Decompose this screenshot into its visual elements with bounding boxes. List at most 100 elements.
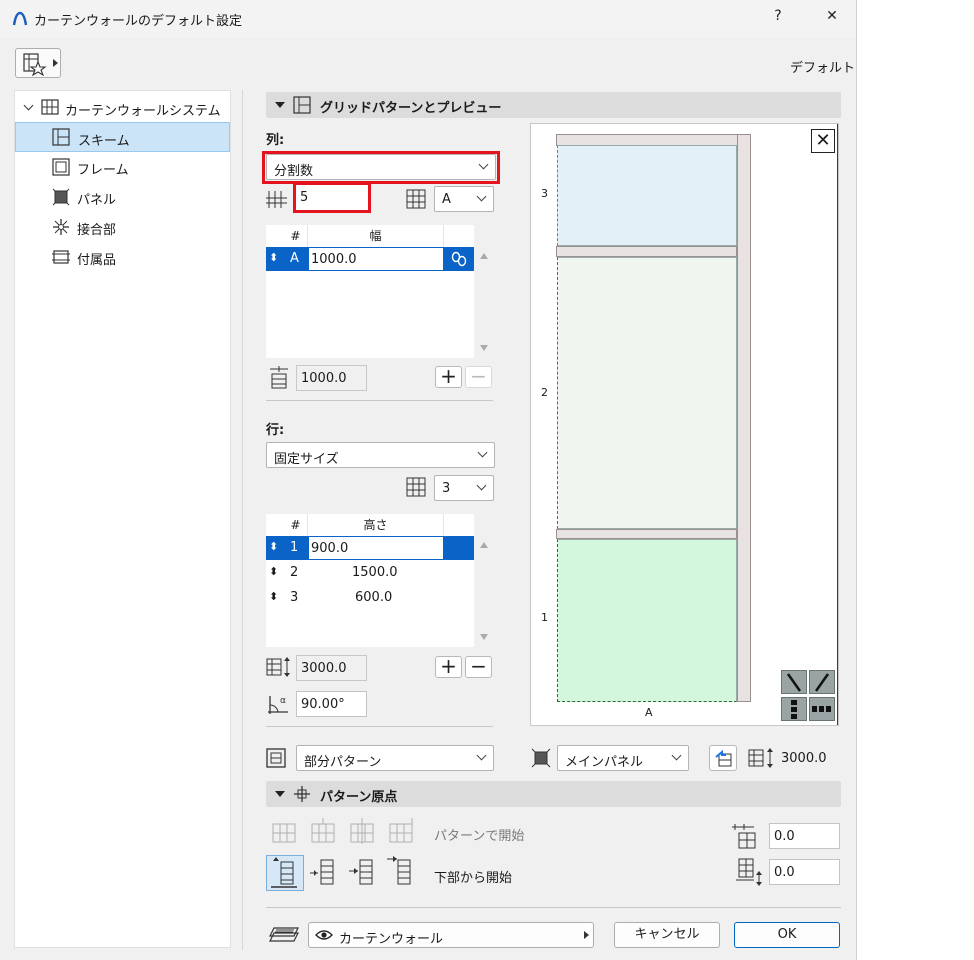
- pattern-select[interactable]: 部分パターン: [296, 745, 494, 771]
- window-title: カーテンウォールのデフォルト設定: [34, 14, 243, 29]
- row-label: 3: [541, 187, 548, 200]
- panel-select[interactable]: メインパネル: [557, 745, 689, 771]
- table-row[interactable]: ⬍ 3 600.0: [266, 586, 444, 610]
- total-width-icon: [270, 366, 288, 389]
- rows-mode-select[interactable]: 固定サイズ: [266, 442, 495, 468]
- collapse-triangle-icon: [275, 791, 285, 797]
- tree-item-junction[interactable]: 接合部: [15, 212, 230, 242]
- start-pattern-label: パターンで開始: [434, 829, 525, 844]
- chevron-down-icon: [476, 480, 487, 491]
- tree-root-curtain-wall-system[interactable]: カーテンウォールシステム: [15, 93, 230, 123]
- horizontal-split-icon: [812, 706, 831, 712]
- add-column-button[interactable]: +: [435, 366, 462, 388]
- close-button[interactable]: ✕: [820, 8, 844, 30]
- panel-icon: [52, 188, 70, 206]
- collapse-triangle-icon: [275, 102, 285, 108]
- layer-button[interactable]: カーテンウォール: [308, 922, 594, 948]
- pattern-value: 部分パターン: [304, 755, 382, 770]
- grid-section-header[interactable]: グリッドパターンとプレビュー: [266, 92, 841, 118]
- scroll-down-icon[interactable]: [480, 634, 488, 640]
- column-set-select[interactable]: A: [434, 186, 494, 212]
- offset-x-value: 0.0: [774, 829, 795, 844]
- title-bar: カーテンウォールのデフォルト設定 ? ✕: [0, 0, 856, 38]
- favorites-button[interactable]: [15, 48, 61, 78]
- tree-item-frame[interactable]: フレーム: [15, 152, 230, 182]
- start-pattern-option-3[interactable]: [346, 816, 376, 846]
- pattern-origin-icon: [294, 786, 310, 802]
- diagonal-left-icon: [786, 673, 802, 692]
- width-cell[interactable]: 1000.0: [308, 247, 444, 271]
- start-pattern-icon: [272, 823, 296, 843]
- layer-name: カーテンウォール: [339, 932, 444, 947]
- column-count-value: 5: [300, 190, 309, 205]
- row-value: 1000.0: [311, 252, 357, 267]
- tree-item-panel[interactable]: パネル: [15, 182, 230, 212]
- vertical-split-icon: [791, 700, 797, 719]
- svg-text:α: α: [280, 696, 286, 706]
- partial-pattern-icon: [266, 748, 286, 768]
- height-cell[interactable]: 900.0: [308, 536, 444, 560]
- horizontal-split-button[interactable]: [809, 697, 835, 721]
- row-value: 900.0: [311, 541, 349, 556]
- right-mullion: [737, 134, 751, 702]
- vertical-split-button[interactable]: [781, 697, 807, 721]
- frame-icon: [52, 158, 70, 176]
- diagonal-right-button[interactable]: [809, 670, 835, 694]
- tree-item-label: スキーム: [78, 134, 130, 149]
- row-count-select[interactable]: 3: [434, 475, 494, 501]
- tree-item-accessory[interactable]: 付属品: [15, 242, 230, 272]
- remove-column-button[interactable]: −: [465, 366, 492, 388]
- tree-item-label: 接合部: [77, 223, 117, 238]
- panel-height-icon: [748, 748, 773, 768]
- cancel-button[interactable]: キャンセル: [614, 922, 720, 948]
- add-row-button[interactable]: +: [435, 656, 462, 678]
- start-pattern-option-4[interactable]: [385, 816, 415, 846]
- tree-item-scheme[interactable]: スキーム: [15, 122, 230, 152]
- tree-item-label: フレーム: [77, 163, 129, 178]
- row-id: 3: [290, 590, 299, 605]
- start-bottom-option-3[interactable]: [348, 856, 382, 890]
- lock-cell[interactable]: [444, 536, 474, 560]
- start-pattern-option-1[interactable]: [268, 816, 298, 846]
- start-bottom-option-2[interactable]: [309, 856, 343, 890]
- scroll-up-icon[interactable]: [480, 542, 488, 548]
- table-row[interactable]: ⬍ 2 1500.0: [266, 561, 444, 585]
- remove-row-button[interactable]: −: [465, 656, 492, 678]
- chain-link-icon: [451, 251, 467, 267]
- diagonal-left-button[interactable]: [781, 670, 807, 694]
- preview-close-button[interactable]: ✕: [811, 129, 835, 153]
- origin-section-header[interactable]: パターン原点: [266, 781, 841, 807]
- angle-input[interactable]: 90.00°: [296, 691, 367, 717]
- start-pattern-option-2[interactable]: [307, 816, 337, 846]
- reorder-arrows-icon[interactable]: ⬍: [269, 590, 278, 603]
- origin-section-title: パターン原点: [320, 790, 398, 805]
- column-label: A: [645, 706, 653, 719]
- offset-x-input[interactable]: 0.0: [769, 823, 840, 849]
- columns-mode-select[interactable]: 分割数: [266, 154, 496, 180]
- column-header-number: #: [284, 225, 308, 247]
- row-handle-cell: ⬍ 1: [266, 536, 308, 560]
- transom: [556, 529, 737, 539]
- angle-icon: α: [268, 696, 288, 714]
- chevron-down-icon: [476, 750, 487, 761]
- lock-cell[interactable]: [444, 247, 474, 271]
- scroll-up-icon[interactable]: [480, 253, 488, 259]
- table-row[interactable]: ⬍ A 1000.0: [266, 247, 474, 271]
- column-count-input[interactable]: 5: [296, 185, 368, 210]
- grid-preview[interactable]: 3 2 1 A ✕: [530, 123, 839, 726]
- start-bottom-option-4[interactable]: [386, 856, 420, 890]
- row-id: 1: [290, 540, 299, 555]
- start-bottom-option-1[interactable]: [266, 855, 304, 891]
- reorder-arrows-icon[interactable]: ⬍: [269, 565, 278, 578]
- row-id: A: [290, 251, 299, 266]
- ok-button[interactable]: OK: [734, 922, 840, 948]
- chevron-down-icon: [476, 191, 487, 202]
- table-row[interactable]: ⬍ 1 900.0: [266, 536, 474, 560]
- help-button[interactable]: ?: [766, 8, 790, 30]
- assign-panel-button[interactable]: [709, 745, 737, 771]
- offset-y-input[interactable]: 0.0: [769, 859, 840, 885]
- start-pattern-icon: [311, 818, 335, 843]
- start-bottom-icon: [271, 857, 297, 888]
- scroll-down-icon[interactable]: [480, 345, 488, 351]
- chevron-down-icon: [23, 100, 34, 111]
